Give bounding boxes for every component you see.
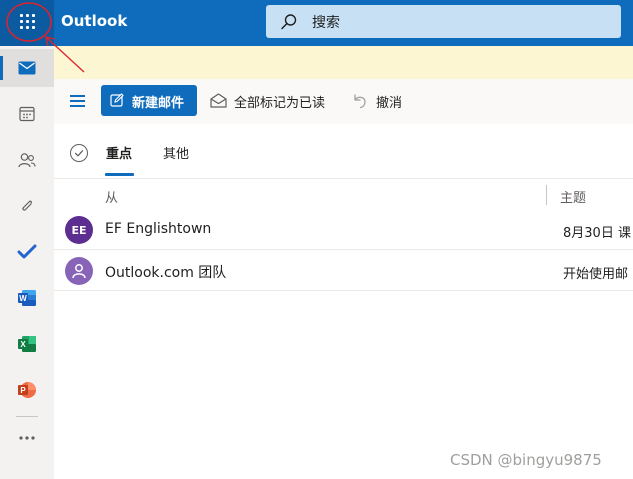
app-launcher-button[interactable] (0, 0, 54, 46)
undo-icon (354, 94, 366, 109)
avatar (65, 257, 93, 285)
message-sender: Outlook.com 团队 (105, 265, 227, 281)
powerpoint-icon: P (18, 382, 36, 398)
calendar-icon (19, 106, 35, 122)
message-subject: 开始使用邮 (563, 267, 629, 282)
new-mail-button[interactable]: 新建邮件 (101, 85, 197, 116)
active-tab-indicator (105, 173, 134, 176)
app-title[interactable]: Outlook (61, 12, 127, 30)
message-row[interactable]: Outlook.com 团队 开始使用邮 (54, 251, 633, 291)
message-sender: EF Englishtown (105, 221, 212, 237)
rail-item-people[interactable] (0, 141, 54, 179)
check-icon (74, 150, 84, 157)
rail-item-mail[interactable] (0, 49, 54, 87)
undo-label: 撤消 (376, 96, 403, 111)
rail-item-word[interactable]: W (0, 279, 54, 317)
app-rail: W X P (0, 46, 54, 479)
powerpoint-letter: P (20, 386, 26, 395)
tab-other[interactable]: 其他 (163, 143, 189, 162)
message-list-header: 从 主题 (54, 180, 633, 210)
watermark: CSDN @bingyu9875 (450, 451, 602, 469)
search-box[interactable]: 搜索 (266, 5, 621, 38)
todo-check-icon (17, 244, 37, 259)
search-placeholder: 搜索 (312, 15, 340, 31)
column-header-subject[interactable]: 主题 (560, 187, 586, 206)
top-bar: Outlook 搜索 (0, 0, 633, 46)
word-letter: W (19, 294, 27, 303)
avatar: EE (65, 216, 93, 244)
inbox-tabs: 重点 其他 (54, 124, 633, 179)
search-icon (281, 14, 297, 30)
rail-divider (16, 416, 38, 417)
mail-icon (18, 61, 36, 75)
command-bar: 新建邮件 全部标记为已读 撤消 (54, 79, 633, 124)
column-header-from[interactable]: 从 (105, 187, 118, 206)
rail-item-todo[interactable] (0, 233, 54, 271)
paperclip-icon (22, 200, 32, 211)
select-all-checkbox[interactable] (70, 144, 88, 162)
envelope-open-icon (210, 93, 227, 108)
rail-item-powerpoint[interactable]: P (0, 371, 54, 409)
word-icon: W (18, 290, 36, 306)
rail-item-calendar[interactable] (0, 95, 54, 133)
waffle-icon (20, 14, 36, 30)
excel-letter: X (20, 340, 26, 349)
message-subject: 8月30日 课 (563, 226, 631, 241)
people-icon (18, 153, 36, 168)
rail-item-files[interactable] (0, 187, 54, 225)
compose-icon (110, 93, 124, 107)
column-divider[interactable] (546, 185, 547, 205)
person-icon (72, 264, 86, 279)
tab-focused[interactable]: 重点 (106, 143, 132, 162)
new-mail-label: 新建邮件 (132, 96, 185, 111)
message-row[interactable]: EE EF Englishtown 8月30日 课 (54, 210, 633, 250)
undo-button[interactable]: 撤消 (352, 85, 410, 116)
excel-icon: X (18, 336, 36, 352)
nav-toggle-button[interactable] (67, 91, 89, 111)
rail-item-excel[interactable]: X (0, 325, 54, 363)
notification-banner (54, 46, 633, 79)
rail-item-more-apps[interactable] (0, 419, 54, 457)
mark-all-read-label: 全部标记为已读 (234, 96, 326, 111)
mark-all-read-button[interactable]: 全部标记为已读 (210, 85, 336, 116)
more-icon (19, 436, 35, 440)
